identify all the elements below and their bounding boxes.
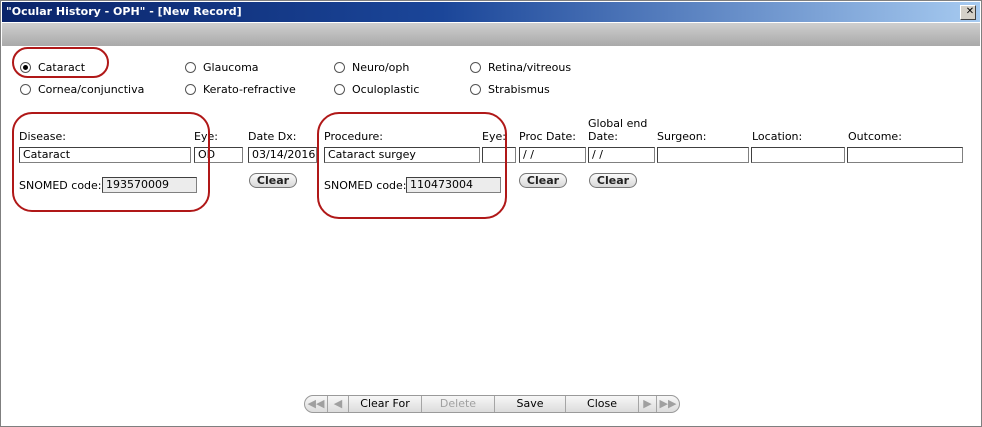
radio-unchecked-icon	[470, 84, 481, 95]
window-title: "Ocular History - OPH" - [New Record]	[6, 5, 242, 18]
date-dx-label: Date Dx:	[248, 130, 297, 143]
clear-date-dx-button[interactable]: Clear	[249, 173, 297, 188]
close-button[interactable]: Close	[566, 396, 639, 412]
surgeon-label: Surgeon:	[657, 130, 707, 143]
radio-label: Strabismus	[488, 83, 550, 96]
radio-unchecked-icon	[185, 84, 196, 95]
radio-unchecked-icon	[470, 62, 481, 73]
radio-unchecked-icon	[185, 62, 196, 73]
radio-label: Neuro/oph	[352, 61, 410, 74]
last-record-icon[interactable]: ▶▶	[657, 396, 679, 412]
location-label: Location:	[752, 130, 803, 143]
outcome-input[interactable]	[847, 147, 963, 163]
delete-button[interactable]: Delete	[422, 396, 495, 412]
toolbar-strip	[2, 23, 980, 46]
proc-date-label: Proc Date:	[519, 130, 576, 143]
global-end-date-input[interactable]: / /	[588, 147, 655, 163]
global-end-date-label-line2: Date:	[588, 130, 618, 143]
radio-label: Kerato-refractive	[203, 83, 296, 96]
highlight-oval-cataract	[12, 47, 109, 78]
radio-label: Retina/vitreous	[488, 61, 572, 74]
radio-label: Glaucoma	[203, 61, 259, 74]
close-window-icon[interactable]: ✕	[960, 5, 976, 20]
clear-proc-date-button[interactable]: Clear	[519, 173, 567, 188]
clear-for-add-button[interactable]: Clear For Add	[349, 396, 422, 412]
next-record-icon[interactable]: ▶	[639, 396, 657, 412]
first-record-icon[interactable]: ◀◀	[305, 396, 328, 412]
radio-label: Cornea/conjunctiva	[38, 83, 145, 96]
ocular-history-window: "Ocular History - OPH" - [New Record] ✕ …	[0, 0, 982, 427]
radio-label: Oculoplastic	[352, 83, 420, 96]
location-input[interactable]	[751, 147, 845, 163]
clear-global-end-date-button[interactable]: Clear	[589, 173, 637, 188]
proc-date-input[interactable]: / /	[519, 147, 586, 163]
record-nav-bar: ◀◀ ◀ Clear For Add Delete Save Close ▶ ▶…	[304, 395, 680, 413]
global-end-date-label-line1: Global end	[588, 117, 648, 130]
surgeon-input[interactable]	[657, 147, 749, 163]
radio-unchecked-icon	[334, 62, 345, 73]
date-dx-input[interactable]: 03/14/2016	[248, 147, 317, 163]
radio-unchecked-icon	[20, 84, 31, 95]
title-bar: "Ocular History - OPH" - [New Record] ✕	[2, 2, 980, 22]
outcome-label: Outcome:	[848, 130, 902, 143]
highlight-oval-disease	[12, 112, 210, 212]
radio-unchecked-icon	[334, 84, 345, 95]
save-button[interactable]: Save	[495, 396, 566, 412]
prev-record-icon[interactable]: ◀	[328, 396, 349, 412]
highlight-oval-procedure	[317, 112, 507, 219]
